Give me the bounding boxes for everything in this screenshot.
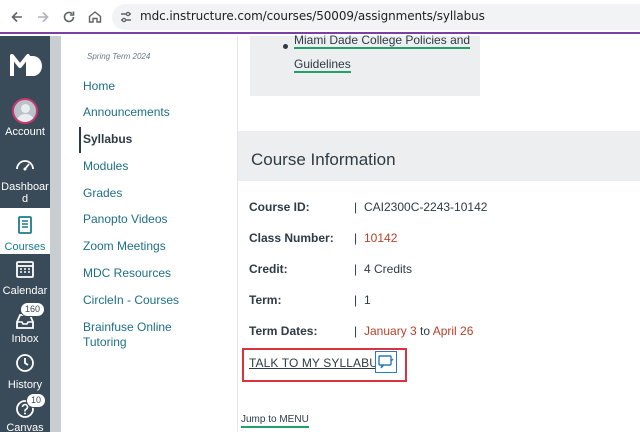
forward-arrow-icon[interactable] bbox=[34, 8, 52, 26]
course-nav-brainfuse-line1[interactable]: Brainfuse Online bbox=[83, 320, 172, 335]
course-nav-brainfuse-line2[interactable]: Tutoring bbox=[83, 335, 127, 350]
course-nav-modules[interactable]: Modules bbox=[83, 159, 128, 174]
policies-link-text-1[interactable]: Miami Dade College Policies and bbox=[294, 33, 471, 49]
course-navigation: Spring Term 2024 Home Announcements Syll… bbox=[61, 36, 237, 432]
section-title: Course Information bbox=[251, 150, 396, 169]
site-settings-icon[interactable] bbox=[118, 9, 134, 25]
term-label: Spring Term 2024 bbox=[87, 52, 151, 61]
list-bullet bbox=[283, 44, 288, 49]
global-nav-history[interactable]: History bbox=[0, 352, 50, 398]
course-nav-announcements[interactable]: Announcements bbox=[83, 105, 170, 120]
home-icon[interactable] bbox=[86, 8, 104, 26]
global-nav-calendar-label: Calendar bbox=[2, 285, 48, 297]
instructure-logo-icon[interactable] bbox=[10, 52, 42, 78]
nav-divider bbox=[50, 36, 61, 432]
global-nav-dashboard[interactable]: Dashboar d bbox=[0, 154, 50, 206]
global-nav-history-label: History bbox=[7, 379, 43, 391]
class-number-separator: | bbox=[354, 231, 358, 245]
term-dates-to: to bbox=[416, 324, 433, 338]
global-nav-dashboard-label-2: d bbox=[21, 193, 29, 205]
course-nav-grades[interactable]: Grades bbox=[83, 186, 122, 201]
course-nav-home[interactable]: Home bbox=[83, 79, 115, 94]
course-id-value: CAI2300C-2243-10142 bbox=[364, 200, 488, 214]
course-id-label: Course ID: bbox=[249, 200, 310, 214]
active-nav-indicator bbox=[79, 127, 81, 153]
global-nav-account-label: Account bbox=[5, 126, 45, 138]
course-nav-mdc-resources[interactable]: MDC Resources bbox=[83, 266, 171, 281]
term-dates-label: Term Dates: bbox=[249, 324, 318, 338]
global-nav-courses[interactable]: Courses bbox=[0, 208, 50, 254]
course-nav-panopto-videos[interactable]: Panopto Videos bbox=[83, 212, 168, 227]
url-text[interactable]: mdc.instructure.com/courses/50009/assign… bbox=[140, 9, 485, 23]
course-nav-circlein-courses[interactable]: CircleIn - Courses bbox=[83, 293, 179, 308]
global-nav-account[interactable]: Account bbox=[0, 98, 50, 144]
policies-link-line1[interactable]: Miami Dade College Policies and bbox=[294, 28, 471, 52]
course-nav-zoom-meetings[interactable]: Zoom Meetings bbox=[83, 239, 166, 254]
term-dates-value: January 3 to April 26 bbox=[364, 324, 473, 338]
canvas-help-badge: 10 bbox=[26, 393, 47, 408]
dashboard-gauge-icon bbox=[16, 160, 34, 171]
global-nav-canvas-label: Canvas bbox=[6, 422, 44, 432]
global-nav-inbox-label: Inbox bbox=[11, 333, 39, 345]
credit-label: Credit: bbox=[249, 262, 288, 276]
term-dates-separator: | bbox=[354, 324, 358, 338]
courses-book-icon bbox=[18, 216, 32, 234]
global-nav-courses-label: Courses bbox=[4, 241, 46, 253]
term-start-date: January 3 bbox=[364, 324, 417, 338]
class-number-value: 10142 bbox=[364, 231, 398, 245]
class-number-label: Class Number: bbox=[249, 231, 334, 245]
chat-bubble-icon[interactable] bbox=[375, 351, 397, 373]
global-nav-calendar[interactable]: Calendar bbox=[0, 258, 50, 304]
credit-separator: | bbox=[354, 262, 358, 276]
calendar-icon bbox=[16, 261, 34, 278]
syllabus-content: Miami Dade College Policies and Guidelin… bbox=[237, 33, 640, 432]
history-clock-icon bbox=[16, 354, 34, 372]
global-nav-dashboard-label-1: Dashboar bbox=[1, 181, 49, 193]
term-end-date: April 26 bbox=[432, 324, 474, 338]
credit-value: 4 Credits bbox=[364, 262, 413, 276]
avatar bbox=[12, 98, 38, 124]
policies-link-text-2[interactable]: Guidelines bbox=[294, 57, 351, 73]
course-nav-syllabus[interactable]: Syllabus bbox=[83, 132, 132, 147]
inbox-unread-badge: 160 bbox=[20, 302, 46, 317]
policies-link-line2[interactable]: Guidelines bbox=[294, 52, 351, 76]
reload-icon[interactable] bbox=[60, 8, 78, 26]
global-navigation: Account Dashboar d Courses Calendar Inbo… bbox=[0, 36, 50, 432]
term-row-label: Term: bbox=[249, 293, 282, 307]
term-row-separator: | bbox=[354, 293, 358, 307]
term-row-value: 1 bbox=[364, 293, 371, 307]
policies-box: Miami Dade College Policies and Guidelin… bbox=[250, 33, 480, 96]
back-arrow-icon[interactable] bbox=[8, 8, 26, 26]
course-id-separator: | bbox=[354, 200, 358, 214]
talk-to-syllabus-link[interactable]: TALK TO MY SYLLABUS bbox=[249, 356, 386, 370]
jump-to-menu-link[interactable]: Jump to MENU bbox=[241, 414, 309, 428]
